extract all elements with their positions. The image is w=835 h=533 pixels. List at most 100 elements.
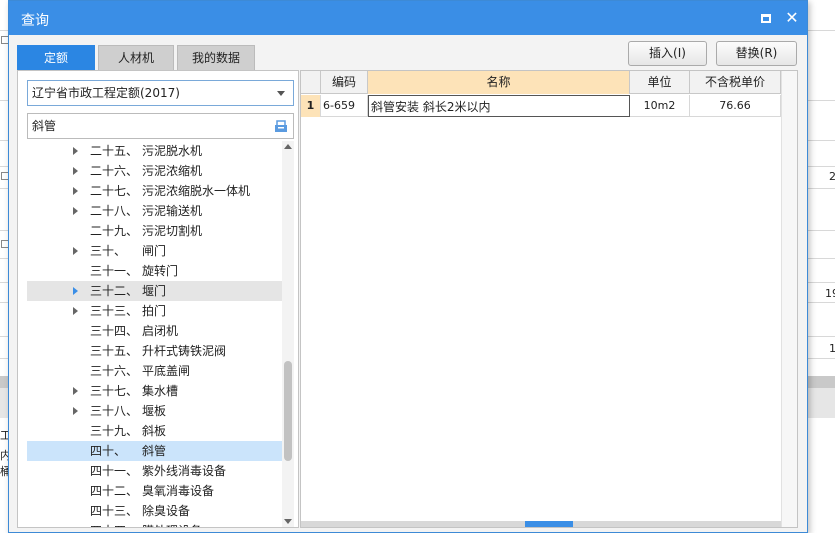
caret-right-icon[interactable] — [73, 247, 78, 255]
window-title: 查询 — [21, 13, 49, 29]
tab-material[interactable]: 人材机 — [98, 45, 174, 70]
tree-item[interactable]: 二十九、 污泥切割机 — [27, 221, 282, 241]
left-panel: 辽宁省市政工程定额(2017) 斜管 二十五、 污泥脱水机 二十六、 污泥浓缩机 二十七… — [17, 70, 299, 528]
caret-right-icon[interactable] — [73, 307, 78, 315]
splitter-grip[interactable] — [525, 521, 573, 527]
tree-item-number: 四十一、 — [90, 464, 139, 478]
tree-item-number: 三十九、 — [90, 424, 139, 438]
tree-item-label: 斜板 — [142, 424, 167, 438]
tree-item[interactable]: 三十八、 堰板 — [27, 401, 282, 421]
close-button[interactable]: ✕ — [783, 8, 801, 28]
cell-name[interactable]: 斜管安装 斜长2米以内 — [368, 95, 630, 117]
tree-item-number: 三十三、 — [90, 304, 139, 318]
tree-item[interactable]: 四十三、 除臭设备 — [27, 501, 282, 521]
scroll-up-icon[interactable] — [284, 144, 292, 149]
grid-header-code[interactable]: 编码 — [321, 71, 368, 94]
search-input[interactable]: 斜管 — [27, 113, 294, 139]
tree-item-number: 三十八、 — [90, 404, 139, 418]
caret-right-icon[interactable] — [73, 407, 78, 415]
tree-item-label: 平底盖闸 — [142, 364, 191, 378]
tree-item-label: 污泥浓缩脱水一体机 — [142, 184, 251, 198]
maximize-icon — [761, 13, 771, 23]
tree-item[interactable]: 四十一、 紫外线消毒设备 — [27, 461, 282, 481]
search-value: 斜管 — [32, 119, 57, 133]
tree-item[interactable]: 三十一、 旋转门 — [27, 261, 282, 281]
tree-item-label: 堰门 — [142, 284, 167, 298]
tree-item[interactable]: 二十七、 污泥浓缩脱水一体机 — [27, 181, 282, 201]
tree-item[interactable]: 二十六、 污泥浓缩机 — [27, 161, 282, 181]
search-icon[interactable] — [274, 119, 288, 133]
tree-item-number: 二十五、 — [90, 144, 139, 158]
tree-item-number: 三十一、 — [90, 264, 139, 278]
tree-item[interactable]: 二十五、 污泥脱水机 — [27, 141, 282, 161]
tree-item-number: 三十二、 — [90, 284, 139, 298]
tree-item[interactable]: 三十三、 拍门 — [27, 301, 282, 321]
tree-item-label: 臭氧消毒设备 — [142, 484, 215, 498]
chevron-down-icon — [277, 91, 285, 96]
tree-item-number: 四十、 — [90, 444, 127, 458]
tree-item-number: 三十、 — [90, 244, 127, 258]
tree-item-label: 斜管 — [142, 444, 167, 458]
tree-item-number: 四十三、 — [90, 504, 139, 518]
tree-item-number: 四十二、 — [90, 484, 139, 498]
tree-item-label: 闸门 — [142, 244, 167, 258]
tree-item-number: 二十九、 — [90, 224, 139, 238]
query-dialog: 查询 ✕ 定额 人材机 我的数据 插入(I) 替换(R) 辽宁省市政工程定额(2… — [8, 0, 808, 533]
tree-item[interactable]: 四十四、膜处理设备 — [27, 521, 282, 527]
tree-item-number: 三十七、 — [90, 384, 139, 398]
grid-header-name[interactable]: 名称 — [368, 71, 630, 94]
tab-quota[interactable]: 定额 — [17, 45, 95, 70]
tree-item-number: 三十六、 — [90, 364, 139, 378]
tree-item-label: 污泥切割机 — [142, 224, 203, 238]
caret-right-icon[interactable] — [73, 147, 78, 155]
grid-header-price[interactable]: 不含税单价 — [690, 71, 781, 94]
tree-item-label: 除臭设备 — [142, 504, 191, 518]
quota-library-value: 辽宁省市政工程定额(2017) — [32, 86, 180, 100]
tree-item[interactable]: 三十五、 升杆式铸铁泥阀 — [27, 341, 282, 361]
tree-item[interactable]: 四十二、 臭氧消毒设备 — [27, 481, 282, 501]
caret-right-icon[interactable] — [73, 387, 78, 395]
tree-item[interactable]: 四十、 斜管 — [27, 441, 282, 461]
caret-right-icon[interactable] — [73, 187, 78, 195]
tree-item[interactable]: 三十二、 堰门 — [27, 281, 282, 301]
caret-right-icon[interactable] — [73, 167, 78, 175]
bg-value: 19 — [825, 287, 835, 300]
tree-item[interactable]: 三十四、 启闭机 — [27, 321, 282, 341]
cell-price[interactable]: 76.66 — [690, 95, 781, 117]
tree-item-label: 堰板 — [142, 404, 167, 418]
caret-right-icon[interactable] — [73, 287, 78, 295]
grid-header-unit[interactable]: 单位 — [630, 71, 690, 94]
row-number: 1 — [301, 95, 321, 117]
cell-unit[interactable]: 10m2 — [630, 95, 690, 117]
cell-code[interactable]: 6-659 — [321, 95, 368, 117]
tree-item-label: 旋转门 — [142, 264, 179, 278]
title-bar[interactable]: 查询 ✕ — [9, 1, 807, 35]
table-row[interactable]: 1 6-659 斜管安装 斜长2米以内 10m2 76.66 — [301, 95, 781, 117]
tree-item-label: 污泥脱水机 — [142, 144, 203, 158]
tree-item-number: 二十七、 — [90, 184, 139, 198]
tree-item[interactable]: 三十七、 集水槽 — [27, 381, 282, 401]
grid-scrollbar[interactable] — [781, 71, 797, 527]
tree-item-label: 启闭机 — [142, 324, 179, 338]
insert-button[interactable]: 插入(I) — [628, 41, 707, 66]
result-panel: 编码 名称 单位 不含税单价 1 6-659 斜管安装 斜长2米以内 10m2 … — [300, 70, 798, 528]
replace-button[interactable]: 替换(R) — [716, 41, 797, 66]
scroll-thumb[interactable] — [284, 361, 292, 461]
caret-right-icon[interactable] — [73, 207, 78, 215]
tree-item[interactable]: 三十、 闸门 — [27, 241, 282, 261]
tree-item-number: 二十八、 — [90, 204, 139, 218]
maximize-button[interactable] — [759, 11, 773, 25]
tree-item[interactable]: 二十八、 污泥输送机 — [27, 201, 282, 221]
tree-item-label: 升杆式铸铁泥阀 — [142, 344, 227, 358]
tree-item[interactable]: 三十六、 平底盖闸 — [27, 361, 282, 381]
bg-value: 1 — [829, 342, 835, 355]
quota-library-select[interactable]: 辽宁省市政工程定额(2017) — [27, 80, 294, 106]
tree-item-number: 二十六、 — [90, 164, 139, 178]
grid-horizontal-scrollbar[interactable] — [301, 521, 781, 527]
tab-mydata[interactable]: 我的数据 — [177, 45, 255, 70]
tree-item-label: 集水槽 — [142, 384, 179, 398]
scroll-down-icon[interactable] — [284, 519, 292, 524]
tree-scrollbar[interactable] — [282, 141, 294, 527]
tree-item[interactable]: 三十九、 斜板 — [27, 421, 282, 441]
grid-header: 编码 名称 单位 不含税单价 — [301, 71, 781, 94]
